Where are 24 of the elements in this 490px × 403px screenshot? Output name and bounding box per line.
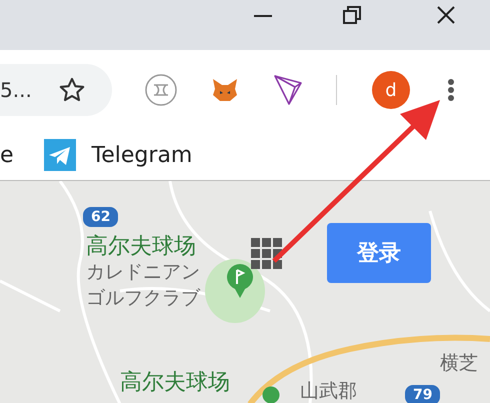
place-label: 高尔夫球场 <box>120 371 230 396</box>
login-button[interactable]: 登录 <box>327 223 431 283</box>
restore-icon[interactable] <box>343 6 361 24</box>
triangle-gem-icon[interactable] <box>272 73 304 107</box>
minimize-icon[interactable] <box>254 14 272 18</box>
profile-avatar[interactable]: d <box>372 71 410 109</box>
map[interactable]: 62 高尔夫球场 カレドニアン ゴルフクラブ 横芝 高尔夫球场 山武郡 79 登录 <box>0 181 490 403</box>
place-label: 山武郡 <box>300 381 357 402</box>
paper-plane-icon <box>44 139 76 171</box>
place-label: カレドニアン <box>86 262 200 283</box>
apps-grid-icon[interactable] <box>251 238 283 270</box>
bookmark-item[interactable]: Telegram <box>44 139 192 171</box>
close-icon[interactable] <box>436 5 456 25</box>
place-label: 横芝 <box>440 353 478 374</box>
address-bar[interactable]: 5... <box>0 64 112 116</box>
circle-link-icon[interactable] <box>144 73 178 107</box>
place-label: 高尔夫球场 <box>86 235 196 260</box>
menu-icon[interactable] <box>447 78 455 102</box>
place-label: ゴルフクラブ <box>86 288 200 309</box>
route-shield: 79 <box>405 385 440 403</box>
bookmark-item[interactable]: e <box>0 142 14 168</box>
route-shield: 62 <box>83 207 118 227</box>
fox-icon[interactable] <box>211 77 239 103</box>
star-icon[interactable] <box>58 76 86 104</box>
